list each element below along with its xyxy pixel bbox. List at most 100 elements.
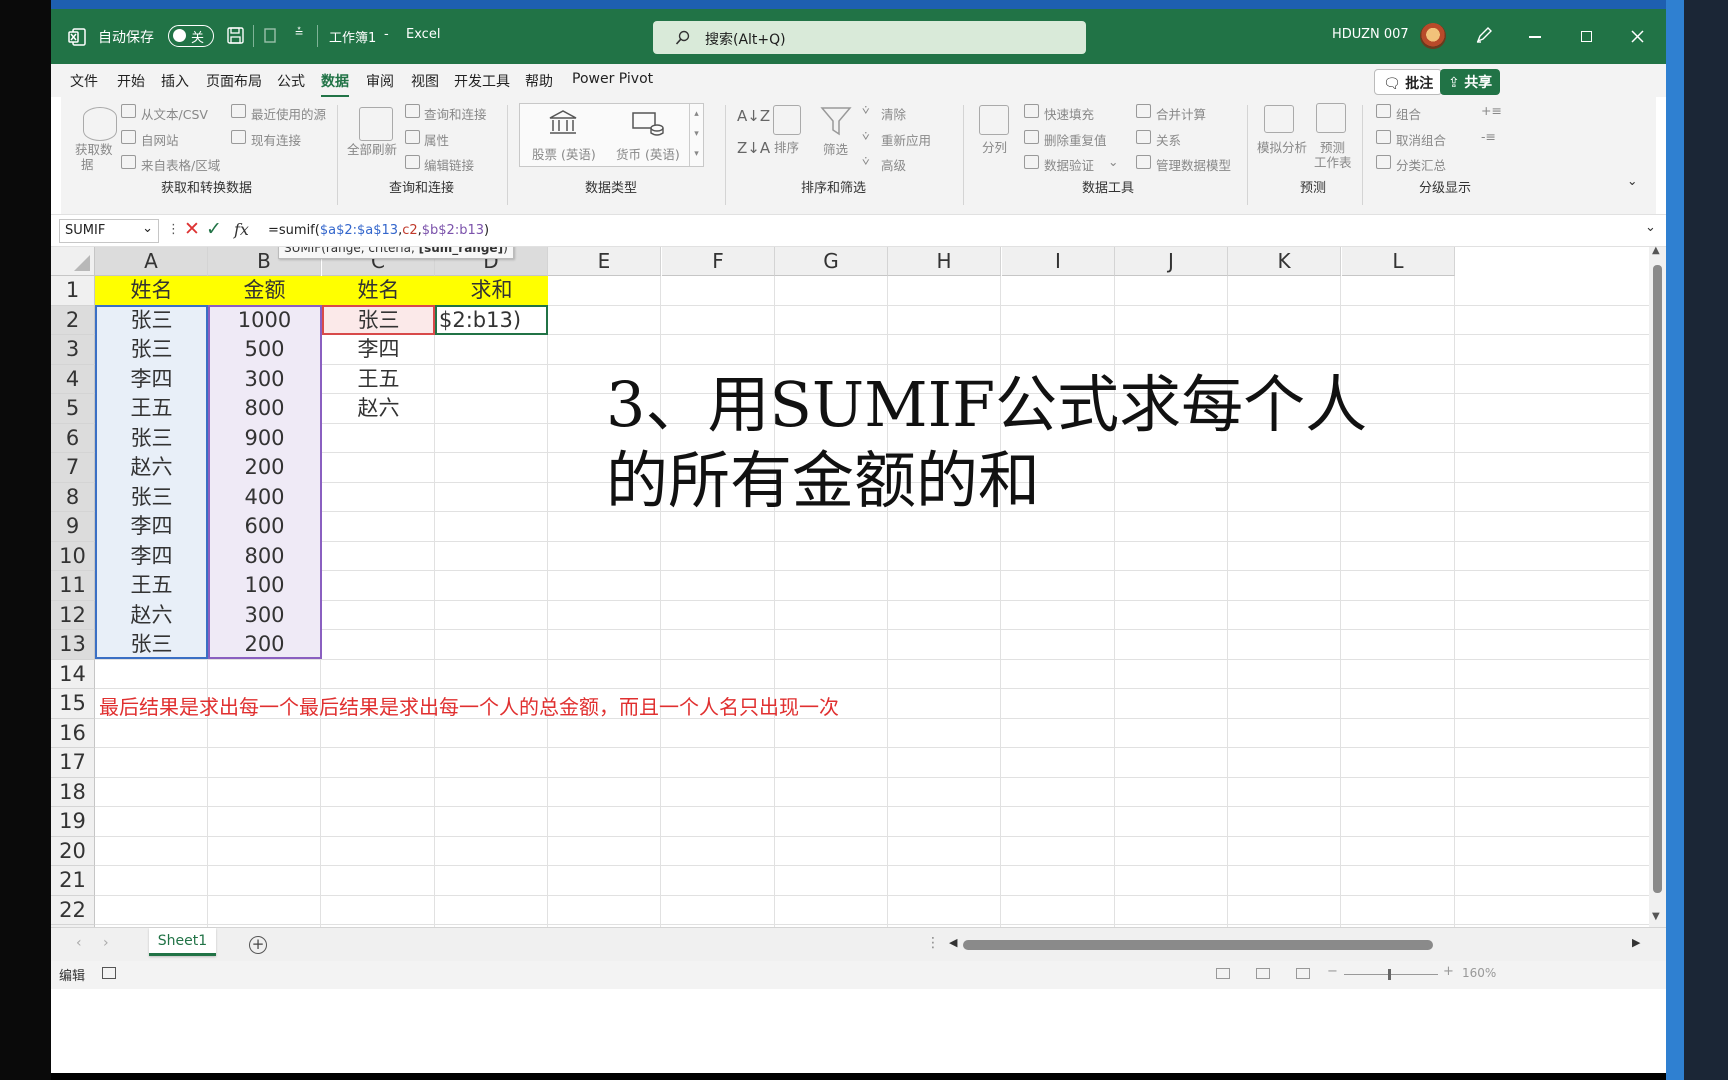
add-sheet-button[interactable]: + xyxy=(249,936,267,954)
cell-b5[interactable]: 800 xyxy=(208,394,321,424)
row-header-17[interactable]: 17 xyxy=(51,748,95,778)
properties-button[interactable]: 属性 xyxy=(424,130,449,149)
row-header-12[interactable]: 12 xyxy=(51,600,95,630)
row-header-19[interactable]: 19 xyxy=(51,807,95,837)
vertical-scrollbar[interactable]: ▲ ▼ xyxy=(1649,245,1666,927)
cell-c5[interactable]: 赵六 xyxy=(322,394,435,424)
remove-dup-button[interactable]: 删除重复值 xyxy=(1044,130,1107,149)
get-data-button-line2[interactable]: 据 xyxy=(81,154,94,173)
sort-desc-icon[interactable]: Z↓A xyxy=(737,139,770,157)
zoom-level[interactable]: 160% xyxy=(1462,966,1496,980)
avatar[interactable] xyxy=(1420,23,1446,49)
scroll-right-icon[interactable]: ▶ xyxy=(1632,936,1640,949)
page-layout-view-icon[interactable] xyxy=(1256,968,1270,979)
scroll-down-icon[interactable]: ▼ xyxy=(1652,911,1660,922)
manage-model-button[interactable]: 管理数据模型 xyxy=(1156,155,1231,174)
worksheet-grid[interactable]: ABCDEFGHIJKL 1 2 3 4 5 6 7 8 9 10 11 12 13 14 15 16 17 18… xyxy=(51,247,1649,927)
column-header-j[interactable]: J xyxy=(1115,247,1228,276)
row-header-5[interactable]: 5 xyxy=(51,394,95,424)
cell-a3[interactable]: 张三 xyxy=(95,335,208,365)
cell-b3[interactable]: 500 xyxy=(208,335,321,365)
row-header-1[interactable]: 1 xyxy=(51,276,95,306)
cell-b4[interactable]: 300 xyxy=(208,365,321,395)
clear-button[interactable]: 清除 xyxy=(881,104,906,123)
row-header-15[interactable]: 15 xyxy=(51,689,95,719)
cell-b12[interactable]: 300 xyxy=(208,601,321,631)
save-icon[interactable] xyxy=(227,27,244,44)
tab-help[interactable]: 帮助 xyxy=(525,71,553,91)
insert-function-icon[interactable]: fx xyxy=(234,220,249,239)
vertical-scroll-thumb[interactable] xyxy=(1653,265,1662,893)
name-box[interactable]: SUMIF ⌄ xyxy=(59,219,159,243)
zoom-out-icon[interactable]: − xyxy=(1327,964,1338,979)
cell-d2[interactable]: $2:b13) xyxy=(435,306,548,336)
row-header-14[interactable]: 14 xyxy=(51,659,95,689)
row-header-2[interactable]: 2 xyxy=(51,305,95,335)
from-text-csv-button[interactable]: 从文本/CSV xyxy=(141,104,208,123)
tab-review[interactable]: 审阅 xyxy=(366,71,394,91)
cell-b10[interactable]: 800 xyxy=(208,542,321,572)
sheet-tab[interactable]: Sheet1 xyxy=(149,928,216,956)
show-detail-icon[interactable]: +≡ xyxy=(1481,103,1502,118)
tabs-split-handle[interactable]: ⋮ xyxy=(926,935,940,951)
edit-links-button[interactable]: 编辑链接 xyxy=(424,155,474,174)
cell-b13[interactable]: 200 xyxy=(208,630,321,660)
page-break-view-icon[interactable] xyxy=(1296,968,1310,979)
cell-a6[interactable]: 张三 xyxy=(95,424,208,454)
row-header-10[interactable]: 10 xyxy=(51,541,95,571)
cell-d1[interactable]: 求和 xyxy=(435,276,548,306)
touch-mode-icon[interactable] xyxy=(264,28,278,44)
consolidate-button[interactable]: 合并计算 xyxy=(1156,104,1206,123)
forecast-sheet-button-line2[interactable]: 工作表 xyxy=(1314,152,1352,171)
column-header-e[interactable]: E xyxy=(548,247,661,276)
from-web-button[interactable]: 自网站 xyxy=(141,130,179,149)
user-name[interactable]: HDUZN 007 xyxy=(1332,27,1409,42)
tab-home[interactable]: 开始 xyxy=(117,71,145,91)
maximize-button[interactable] xyxy=(1581,31,1592,42)
customize-qat-icon[interactable]: ⩮ xyxy=(295,24,303,40)
pen-icon[interactable] xyxy=(1475,26,1493,44)
cell-a4[interactable]: 李四 xyxy=(95,365,208,395)
cell-a10[interactable]: 李四 xyxy=(95,542,208,572)
zoom-slider-thumb[interactable] xyxy=(1388,969,1391,980)
tab-insert[interactable]: 插入 xyxy=(161,71,189,91)
row15-note[interactable]: 最后结果是求出每一个最后结果是求出每一个人的总金额，而且一个人名只出现一次 xyxy=(99,691,839,720)
cell-a8[interactable]: 张三 xyxy=(95,483,208,513)
cell-a1[interactable]: 姓名 xyxy=(95,276,208,306)
cell-b11[interactable]: 100 xyxy=(208,571,321,601)
autosave-toggle[interactable]: 关 xyxy=(168,25,214,47)
cell-b1[interactable]: 金额 xyxy=(208,276,321,306)
cell-b8[interactable]: 400 xyxy=(208,483,321,513)
zoom-slider[interactable] xyxy=(1344,969,1438,980)
horizontal-scroll-thumb[interactable] xyxy=(963,940,1433,950)
row-header-11[interactable]: 11 xyxy=(51,571,95,601)
what-if-button[interactable]: 模拟分析 xyxy=(1257,137,1307,156)
tab-data[interactable]: 数据 xyxy=(321,71,349,98)
advanced-button[interactable]: 高级 xyxy=(881,155,906,174)
column-header-i[interactable]: I xyxy=(1002,247,1115,276)
more-icon[interactable]: ⋮ xyxy=(167,222,180,237)
collapse-ribbon-icon[interactable]: ⌄ xyxy=(1627,173,1637,188)
refresh-all-button[interactable]: 全部刷新 xyxy=(347,139,397,158)
normal-view-icon[interactable] xyxy=(1216,968,1230,979)
ungroup-button[interactable]: 取消组合 xyxy=(1396,130,1446,149)
comments-button[interactable]: 🗨 批注 xyxy=(1374,69,1443,95)
enter-icon[interactable]: ✓ xyxy=(206,218,222,240)
cell-a2[interactable]: 张三 xyxy=(95,306,208,336)
sort-asc-icon[interactable]: A↓Z xyxy=(737,107,770,125)
cell-c4[interactable]: 王五 xyxy=(322,365,435,395)
cell-c2[interactable]: 张三 xyxy=(322,306,435,336)
data-types-gallery[interactable]: 股票 (英语) 货币 (英语) ▴ ▾ ▾ xyxy=(519,103,704,167)
tab-formulas[interactable]: 公式 xyxy=(277,71,305,91)
column-header-l[interactable]: L xyxy=(1342,247,1455,276)
cell-b6[interactable]: 900 xyxy=(208,424,321,454)
filter-button[interactable]: 筛选 xyxy=(823,139,848,158)
cancel-icon[interactable]: ✕ xyxy=(184,218,200,240)
sort-button[interactable]: 排序 xyxy=(774,137,799,156)
cell-c1[interactable]: 姓名 xyxy=(322,276,435,306)
cell-a7[interactable]: 赵六 xyxy=(95,453,208,483)
existing-conn-button[interactable]: 现有连接 xyxy=(251,130,301,149)
tab-developer[interactable]: 开发工具 xyxy=(454,71,510,91)
validation-dropdown-icon[interactable]: ⌄ xyxy=(1108,154,1118,169)
row-header-21[interactable]: 21 xyxy=(51,866,95,896)
